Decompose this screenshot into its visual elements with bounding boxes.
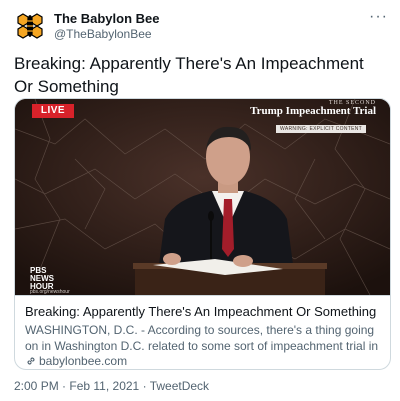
meta-separator: · xyxy=(62,379,67,393)
tweet: The Babylon Bee @TheBabylonBee ··· Break… xyxy=(0,0,400,401)
link-icon xyxy=(25,355,37,369)
link-card[interactable]: LIVE THE SECOND Trump Impeachment Trial … xyxy=(14,98,391,370)
bee-logo-icon xyxy=(17,13,43,39)
card-domain: babylonbee.com xyxy=(39,354,128,368)
account-handle[interactable]: @TheBabylonBee xyxy=(54,27,152,41)
warning-label: WARNING: EXPLICIT CONTENT xyxy=(276,125,366,133)
card-image: LIVE THE SECOND Trump Impeachment Trial … xyxy=(15,99,390,295)
live-badge: LIVE xyxy=(32,104,74,118)
pbs-logo: PBS NEWS HOUR xyxy=(30,267,54,291)
tweet-source-app[interactable]: TweetDeck xyxy=(150,379,209,393)
tweet-meta: 2:00 PM · Feb 11, 2021 · TweetDeck xyxy=(14,379,209,393)
tweet-date[interactable]: Feb 11, 2021 xyxy=(69,379,139,393)
card-description: WASHINGTON, D.C. - According to sources,… xyxy=(25,323,379,353)
card-title[interactable]: Breaking: Apparently There's An Impeachm… xyxy=(25,304,376,319)
account-name[interactable]: The Babylon Bee xyxy=(54,11,159,26)
tweet-text: Breaking: Apparently There's An Impeachm… xyxy=(14,54,364,96)
tweet-time[interactable]: 2:00 PM xyxy=(14,379,59,393)
more-icon[interactable]: ··· xyxy=(369,8,388,26)
meta-separator-2: · xyxy=(142,379,147,393)
card-domain-row[interactable]: babylonbee.com xyxy=(25,354,128,369)
avatar[interactable] xyxy=(14,10,46,42)
card-info: Breaking: Apparently There's An Impeachm… xyxy=(15,295,390,369)
trial-title: Trump Impeachment Trial xyxy=(250,105,376,117)
